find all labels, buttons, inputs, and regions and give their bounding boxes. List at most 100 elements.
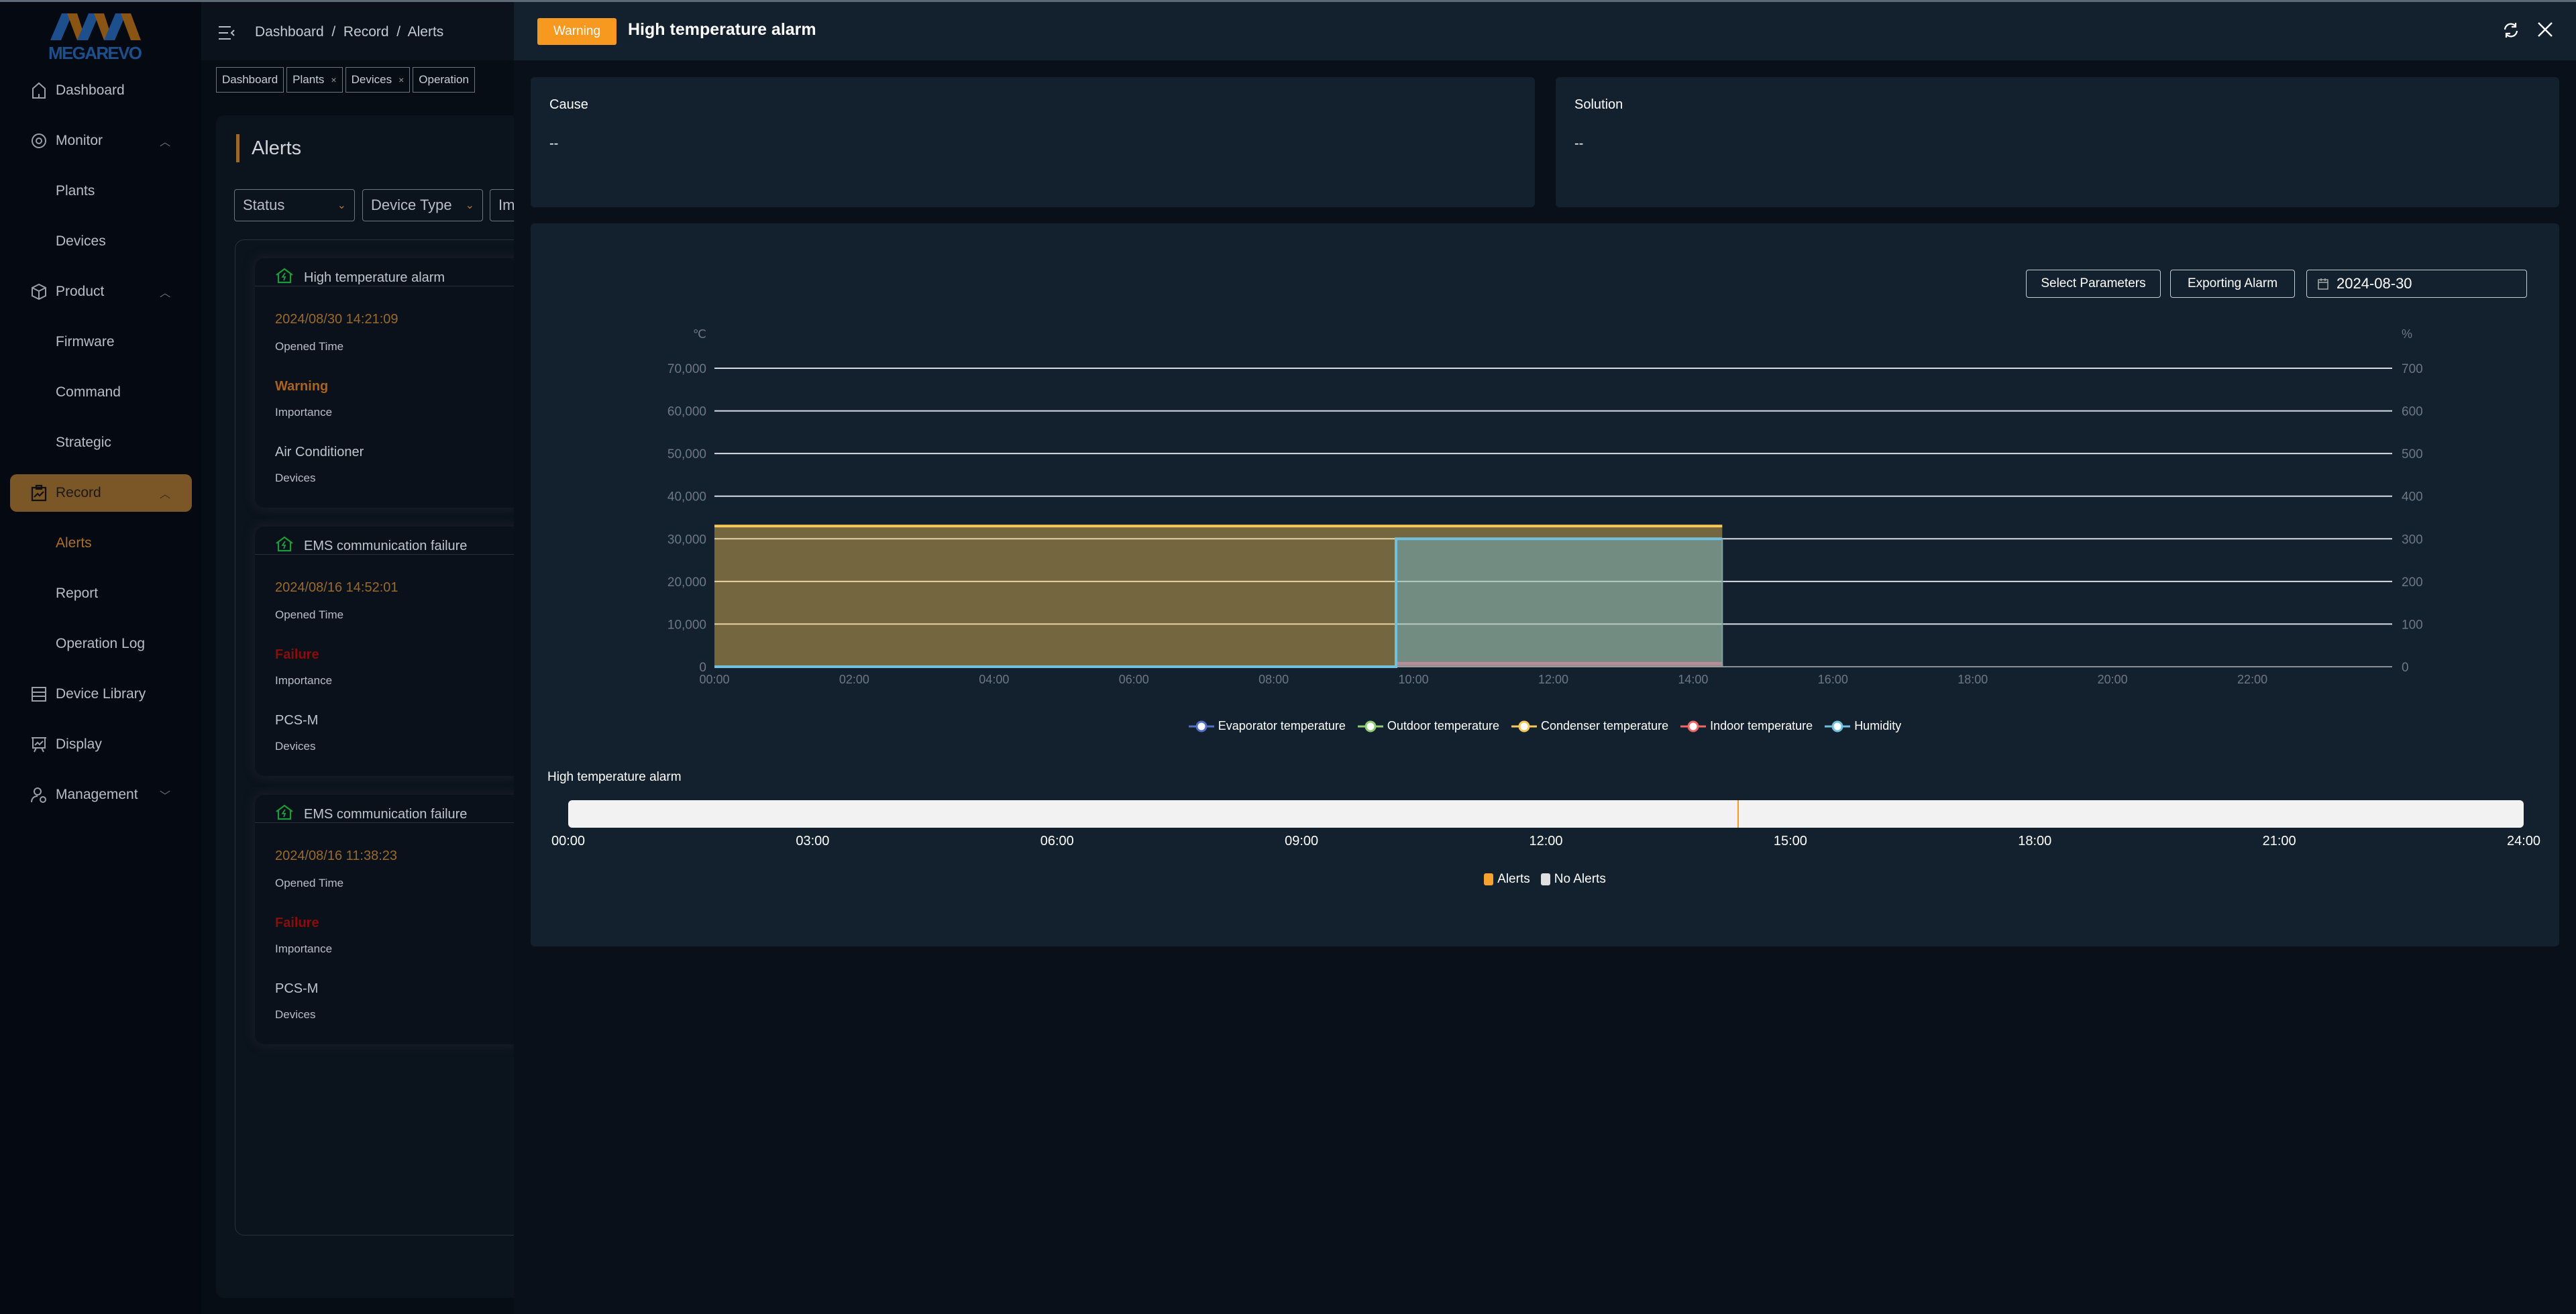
sidebar-item-label: Management (56, 787, 138, 802)
legend-item[interactable]: Humidity (1825, 719, 1901, 733)
x-tick: 04:00 (979, 673, 1009, 686)
sidebar-item-dashboard[interactable]: Dashboard (0, 72, 201, 109)
sidebar-item-alerts[interactable]: Alerts (0, 525, 201, 562)
opened-time-label: Opened Time (275, 608, 344, 621)
device-type-filter-label: Device Type (371, 197, 452, 213)
y-left-tick: 10,000 (667, 618, 706, 632)
alert-card[interactable]: High temperature alarm 2024/08/30 14:21:0… (255, 258, 523, 508)
timeline-legend-item: Alerts (1484, 872, 1530, 887)
legend-label: Outdoor temperature (1387, 719, 1499, 732)
legend-item[interactable]: Condenser temperature (1511, 719, 1668, 733)
timeline-tick: 09:00 (1285, 834, 1319, 848)
alert-marker[interactable] (1737, 800, 1739, 828)
legend-label: No Alerts (1554, 872, 1606, 886)
y-left-tick: 70,000 (667, 362, 706, 376)
sidebar-item-operation-log[interactable]: Operation Log (0, 625, 201, 663)
y-right-tick: 0 (2402, 661, 2409, 675)
sidebar-item-plants[interactable]: Plants (0, 172, 201, 210)
tag-plants[interactable]: Plants × (286, 67, 343, 93)
timeline-tick: 12:00 (1529, 834, 1563, 848)
collapse-menu-icon[interactable] (218, 25, 235, 40)
timeline-tick: 15:00 (1773, 834, 1807, 848)
sidebar-item-product[interactable]: Product ︿ (0, 273, 201, 311)
x-tick: 06:00 (1119, 673, 1149, 686)
solution-card: Solution -- (1556, 77, 2559, 207)
tag-label: Operation (419, 73, 469, 86)
sidebar-item-firmware[interactable]: Firmware (0, 323, 201, 361)
opened-time-value: 2024/08/16 11:38:23 (275, 848, 398, 863)
sidebar-item-record[interactable]: Record ︿ (10, 474, 192, 512)
chevron-up-icon: ︿ (160, 137, 171, 148)
y-left-tick: 20,000 (667, 576, 706, 590)
legend-label: Indoor temperature (1710, 719, 1813, 732)
sidebar-item-management[interactable]: Management ﹀ (0, 776, 201, 814)
sidebar-item-label: Strategic (56, 435, 111, 450)
x-tick: 10:00 (1399, 673, 1429, 686)
eye-icon (32, 133, 46, 148)
importance-label: Importance (275, 406, 333, 419)
sidebar-item-strategic[interactable]: Strategic (0, 424, 201, 461)
server-icon (32, 687, 46, 702)
opened-time-label: Opened Time (275, 877, 344, 889)
sidebar-item-label: Command (56, 384, 121, 400)
alert-card[interactable]: EMS communication failure 2024/08/16 14:5… (255, 527, 523, 776)
close-icon[interactable] (2537, 21, 2553, 38)
timeline-tick: 06:00 (1040, 834, 1074, 848)
alert-card-header: High temperature alarm (255, 258, 523, 286)
legend-swatch-icon (1540, 873, 1550, 885)
breadcrumb: Dashboard / Record / Alerts (255, 24, 444, 40)
alert-card[interactable]: EMS communication failure 2024/08/16 11:3… (255, 795, 523, 1044)
sidebar-item-monitor[interactable]: Monitor ︿ (0, 122, 201, 160)
sidebar-item-devices[interactable]: Devices (0, 223, 201, 260)
house-bolt-icon (276, 536, 293, 552)
close-tag-icon[interactable]: × (331, 74, 336, 85)
legend-label: Alerts (1497, 872, 1530, 886)
house-bolt-icon (276, 268, 293, 284)
alarm-timeline-bar (568, 800, 2524, 828)
tag-label: Dashboard (222, 73, 278, 86)
sidebar-item-label: Report (56, 586, 99, 601)
y-right-tick: 300 (2402, 533, 2423, 547)
legend-marker-icon (1357, 720, 1383, 732)
legend-label: Humidity (1854, 719, 1902, 732)
status-filter-label: Status (243, 197, 285, 213)
legend-item[interactable]: Indoor temperature (1680, 719, 1813, 733)
y-right-tick: 200 (2402, 576, 2423, 590)
y-left-unit: ℃ (693, 327, 706, 341)
y-right-tick: 400 (2402, 490, 2423, 504)
importance-value: Failure (275, 647, 319, 662)
status-filter[interactable]: Status ⌄ (234, 189, 355, 221)
sidebar-item-report[interactable]: Report (0, 575, 201, 612)
sidebar-item-command[interactable]: Command (0, 374, 201, 411)
solution-label: Solution (1574, 97, 1623, 112)
tag-devices[interactable]: Devices × (345, 67, 411, 93)
legend-item[interactable]: Evaporator temperature (1188, 719, 1346, 733)
tag-operation[interactable]: Operation (413, 67, 475, 93)
sidebar-item-label: Dashboard (56, 83, 125, 98)
alert-title: EMS communication failure (304, 539, 468, 553)
legend-marker-icon (1511, 720, 1537, 732)
x-tick: 22:00 (2237, 673, 2267, 686)
timeline-legend-item: No Alerts (1540, 872, 1606, 887)
close-tag-icon[interactable]: × (398, 74, 404, 85)
tag-dashboard[interactable]: Dashboard (216, 67, 284, 93)
timeline-tick: 21:00 (2262, 834, 2296, 848)
sidebar-item-device-library[interactable]: Device Library (0, 675, 201, 713)
chevron-down-icon: ﹀ (160, 791, 171, 802)
timeline-title: High temperature alarm (547, 770, 682, 784)
sidebar-item-display[interactable]: Display (0, 726, 201, 763)
x-tick: 02:00 (839, 673, 869, 686)
importance-label: Importance (275, 674, 333, 687)
svg-text:MEGAREVO: MEGAREVO (48, 43, 142, 62)
y-right-tick: 500 (2402, 447, 2423, 461)
importance-filter[interactable]: Im (490, 189, 517, 221)
legend-label: Condenser temperature (1540, 719, 1669, 732)
y-left-tick: 50,000 (667, 447, 706, 461)
legend-item[interactable]: Outdoor temperature (1357, 719, 1499, 733)
x-tick: 20:00 (2098, 673, 2128, 686)
opened-time-label: Opened Time (275, 340, 344, 353)
timeline-legend: Alerts No Alerts (531, 872, 2559, 887)
device-type-filter[interactable]: Device Type ⌄ (362, 189, 483, 221)
refresh-icon[interactable] (2502, 21, 2520, 39)
y-right-tick: 600 (2402, 405, 2423, 419)
